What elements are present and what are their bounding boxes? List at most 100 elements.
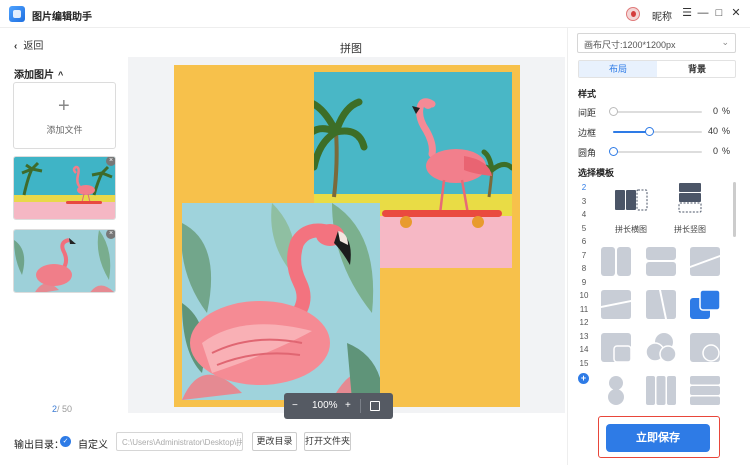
chevron-up-icon: ^: [58, 70, 64, 80]
template-number[interactable]: 10: [578, 291, 590, 300]
open-folder-button[interactable]: 打开文件夹: [304, 432, 351, 451]
slider-handle[interactable]: [609, 147, 618, 156]
template-inset-corner[interactable]: [601, 333, 631, 362]
border-label: 边框: [578, 128, 597, 138]
template-circle-inset[interactable]: [690, 333, 720, 362]
style-section-label: 样式: [578, 89, 597, 99]
menu-icon[interactable]: ☰: [680, 5, 694, 21]
nickname[interactable]: 昵称: [652, 8, 672, 23]
canvas-size-value: 画布尺寸:1200*1200px: [584, 40, 676, 50]
slant-horizontal-icon: [601, 290, 631, 319]
spacing-label: 间距: [578, 108, 597, 118]
tab-layout[interactable]: 布局: [579, 61, 657, 77]
template-number[interactable]: 2: [578, 183, 590, 192]
tab-background[interactable]: 背景: [658, 61, 736, 77]
radius-value: 0: [712, 146, 718, 156]
page-title: 拼图: [340, 43, 362, 55]
radius-label: 圆角: [578, 148, 597, 158]
horizontal-stitch-icon: [615, 189, 648, 211]
template-section-label: 选择模板: [578, 168, 615, 178]
stacked-circles-icon: [608, 376, 624, 405]
close-button[interactable]: ✕: [729, 5, 743, 21]
add-file-button[interactable]: + 添加文件: [13, 82, 116, 149]
zoom-in-button[interactable]: +: [345, 400, 351, 411]
template-number[interactable]: 6: [578, 237, 590, 246]
back-button[interactable]: ‹ 返回: [14, 37, 43, 52]
template-split-vertical[interactable]: [601, 247, 631, 276]
image-count-total: / 50: [57, 404, 73, 414]
plus-icon: +: [58, 95, 70, 117]
panel-tabs: 布局 背景: [578, 60, 736, 78]
zoom-toolbar: − 100% +: [284, 393, 393, 419]
slant-vertical-icon: [646, 290, 676, 319]
template-vertical-stitch[interactable]: 拼长竖图: [667, 182, 713, 234]
app-logo-icon: [9, 6, 25, 22]
vertical-stitch-icon: [678, 183, 702, 213]
template-number[interactable]: 12: [578, 318, 590, 327]
save-now-button[interactable]: 立即保存: [606, 424, 710, 452]
template-split-horizontal[interactable]: [646, 247, 676, 276]
template-number[interactable]: 8: [578, 264, 590, 273]
radius-unit: %: [722, 146, 731, 156]
remove-image-icon[interactable]: ×: [106, 230, 115, 239]
slider-handle[interactable]: [644, 127, 654, 136]
slider-fill: [613, 131, 649, 133]
template-circles[interactable]: [646, 333, 676, 362]
template-number[interactable]: 5: [578, 224, 590, 233]
flamingo-leaves-photo: [182, 203, 380, 400]
thumbnail-flamingo-skateboard: [14, 157, 115, 219]
output-dir-label: 输出目录：: [14, 440, 64, 451]
split-vertical-icon: [601, 247, 631, 276]
maximize-button[interactable]: □: [712, 5, 726, 21]
change-dir-button[interactable]: 更改目录: [252, 432, 297, 451]
template-number[interactable]: 14: [578, 345, 590, 354]
remove-image-icon[interactable]: ×: [106, 157, 115, 166]
checked-radio-icon[interactable]: ✓: [60, 436, 71, 447]
template-three-columns[interactable]: [646, 376, 676, 405]
template-number[interactable]: 3: [578, 197, 590, 206]
template-number[interactable]: 9: [578, 278, 590, 287]
spacing-value: 0: [712, 106, 718, 116]
template-number[interactable]: 15: [578, 359, 590, 368]
three-rows-icon: [690, 376, 720, 405]
template-overlap-selected[interactable]: [690, 290, 720, 319]
zoom-divider: [360, 399, 361, 413]
fit-screen-icon[interactable]: [370, 401, 380, 411]
output-path-field[interactable]: C:\Users\Administrator\Desktop\拼: [116, 432, 243, 451]
template-number[interactable]: 7: [578, 251, 590, 260]
overlap-selected-icon: [690, 290, 720, 319]
template-diagonal-split[interactable]: [690, 247, 720, 276]
canvas-size-select[interactable]: 画布尺寸:1200*1200px ⌄: [577, 33, 736, 53]
add-template-icon[interactable]: +: [578, 373, 589, 384]
chevron-left-icon: ‹: [14, 41, 18, 52]
circles-icon: [646, 333, 676, 362]
template-three-rows[interactable]: [690, 376, 720, 405]
border-slider[interactable]: [613, 127, 702, 136]
inset-corner-icon: [601, 333, 631, 362]
three-columns-icon: [646, 376, 676, 405]
chevron-down-icon: ⌄: [721, 37, 729, 47]
template-number[interactable]: 13: [578, 332, 590, 341]
template-number[interactable]: 11: [578, 305, 590, 314]
template-horizontal-stitch[interactable]: 拼长横图: [608, 182, 654, 234]
template-slant-horizontal[interactable]: [601, 290, 631, 319]
image-thumbnail[interactable]: ×: [13, 156, 116, 220]
minimize-button[interactable]: —: [696, 5, 710, 21]
add-images-toggle[interactable]: 添加图片 ^: [14, 66, 63, 81]
custom-dir-option[interactable]: 自定义: [78, 436, 108, 451]
image-count: 2/ 50: [52, 404, 72, 414]
template-slant-vertical[interactable]: [646, 290, 676, 319]
spacing-slider[interactable]: [609, 107, 702, 116]
collage-photo-2[interactable]: [182, 203, 380, 400]
template-number[interactable]: 4: [578, 210, 590, 219]
zoom-out-button[interactable]: −: [292, 400, 298, 411]
slider-handle[interactable]: [609, 107, 618, 116]
border-unit: %: [722, 126, 731, 136]
avatar[interactable]: [626, 7, 640, 21]
template-scrollbar[interactable]: [733, 182, 736, 237]
image-thumbnail[interactable]: ×: [13, 229, 116, 293]
radius-slider[interactable]: [609, 147, 702, 156]
template-stacked-circles[interactable]: [601, 376, 631, 405]
thumbnail-flamingo-leaves: [14, 230, 115, 292]
title-bar: 图片编辑助手 昵称 ☰ — □ ✕: [0, 0, 750, 28]
